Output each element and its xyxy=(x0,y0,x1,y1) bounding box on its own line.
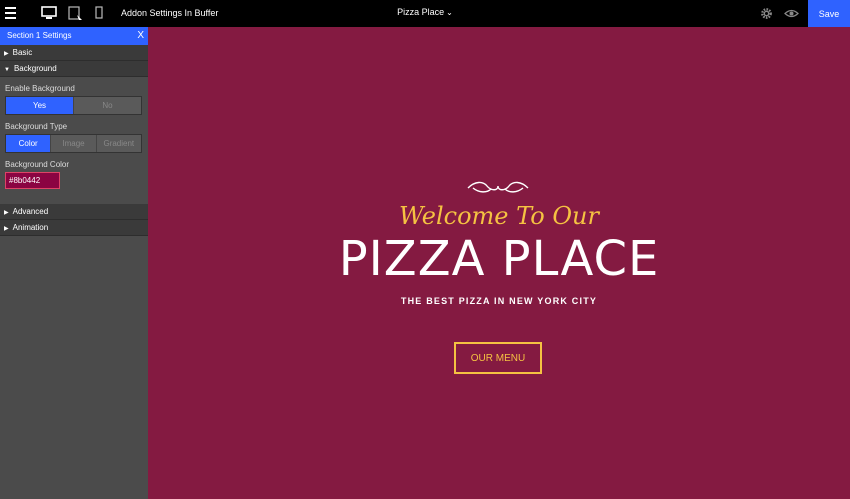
hero-subtitle: THE BEST PIZZA IN NEW YORK CITY xyxy=(400,296,598,306)
section-label: Animation xyxy=(12,223,49,232)
background-type-selector: Color Image Gradient xyxy=(5,134,142,153)
page-name-label: Pizza Place xyxy=(397,7,445,17)
section-label: Basic xyxy=(12,48,33,57)
enable-background-label: Enable Background xyxy=(5,84,75,93)
section-basic[interactable]: ▶ Basic xyxy=(0,45,148,61)
caret-right-icon: ▶ xyxy=(4,51,9,57)
top-toolbar: Addon Settings In Buffer Pizza Place ⌄ Sa… xyxy=(0,0,850,27)
caret-right-icon: ▶ xyxy=(4,226,9,232)
panel-header: Section 1 Settings X xyxy=(0,27,148,45)
preview-canvas[interactable]: Welcome To Our PIZZA PLACE THE BEST PIZZ… xyxy=(148,27,850,499)
section-advanced[interactable]: ▶ Advanced xyxy=(0,204,148,220)
chevron-down-icon: ⌄ xyxy=(446,8,453,17)
section-animation[interactable]: ▶ Animation xyxy=(0,220,148,236)
type-color-option[interactable]: Color xyxy=(6,135,52,152)
settings-panel: Section 1 Settings X ▶ Basic ▼ Background … xyxy=(0,27,149,499)
enable-background-toggle: Yes No xyxy=(5,96,142,115)
enable-yes-option[interactable]: Yes xyxy=(6,97,74,114)
save-button[interactable]: Save xyxy=(808,0,850,27)
close-icon[interactable]: X xyxy=(137,27,144,45)
caret-down-icon: ▼ xyxy=(4,67,10,73)
hero-title: PIZZA PLACE xyxy=(338,231,660,287)
background-type-label: Background Type xyxy=(5,122,68,131)
panel-title: Section 1 Settings xyxy=(7,31,72,40)
section-label: Advanced xyxy=(12,207,49,216)
section-label: Background xyxy=(13,64,57,73)
type-image-option[interactable]: Image xyxy=(51,135,97,152)
background-color-field[interactable]: #8b0442 xyxy=(5,172,60,189)
welcome-heading: Welcome To Our xyxy=(399,202,599,230)
type-gradient-option[interactable]: Gradient xyxy=(96,135,141,152)
page-selector[interactable]: Pizza Place ⌄ xyxy=(0,7,850,17)
preview-eye-icon[interactable] xyxy=(784,9,799,18)
enable-no-option[interactable]: No xyxy=(74,97,141,114)
gear-icon[interactable] xyxy=(760,7,773,20)
flourish-ornament-icon xyxy=(467,181,529,193)
background-color-label: Background Color xyxy=(5,160,70,169)
our-menu-button[interactable]: OUR MENU xyxy=(454,342,542,374)
caret-right-icon: ▶ xyxy=(4,210,9,216)
section-background[interactable]: ▼ Background xyxy=(0,61,148,77)
